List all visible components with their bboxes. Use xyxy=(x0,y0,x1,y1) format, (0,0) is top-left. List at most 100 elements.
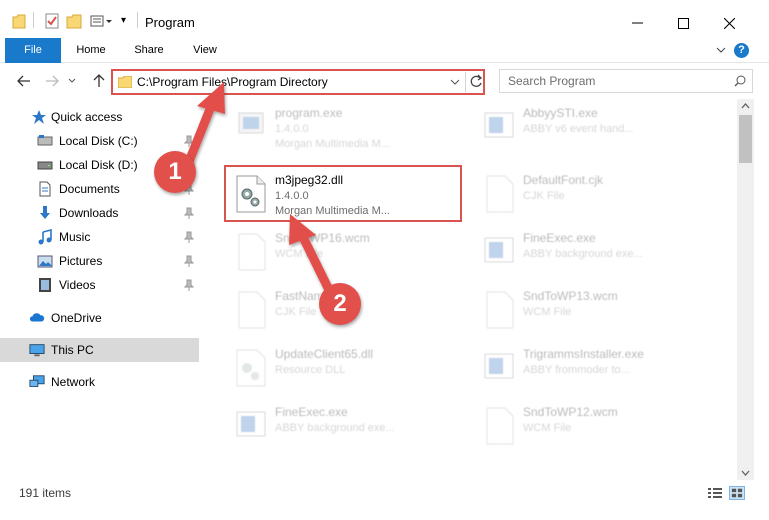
sidebar-item-label: This PC xyxy=(51,343,94,357)
search-icon[interactable] xyxy=(734,75,746,87)
forward-arrow-icon xyxy=(46,75,59,87)
expand-ribbon-icon[interactable] xyxy=(716,45,726,55)
sidebar-item-network[interactable]: Network xyxy=(0,370,199,394)
file-description: WCM File xyxy=(275,248,324,260)
file-description: CJK File xyxy=(275,306,317,318)
blank-file-icon xyxy=(486,175,514,213)
download-icon xyxy=(40,206,50,219)
file-item-abbyysti-exe[interactable]: AbbyySTI.exe ABBY v6 event hand... xyxy=(473,99,713,157)
sidebar-item-downloads[interactable]: Downloads xyxy=(0,201,199,225)
file-name: TrigrammsInstaller.exe xyxy=(523,347,644,361)
folder-icon xyxy=(118,76,132,88)
file-item-fineexec-exe[interactable]: FineExec.exe ABBY background exe... xyxy=(473,224,713,282)
new-folder-icon[interactable] xyxy=(66,12,82,30)
back-button[interactable] xyxy=(14,71,34,91)
exe-icon xyxy=(484,353,514,379)
file-description: ABBY background exe... xyxy=(523,248,643,260)
file-item-updateclient65-dll[interactable]: UpdateClient65.dll Resource DLL xyxy=(225,340,465,398)
file-name: SndToWP12.wcm xyxy=(523,405,618,419)
scroll-down-icon[interactable] xyxy=(741,469,750,477)
file-description: WCM File xyxy=(523,306,572,318)
sidebar-item-label: Quick access xyxy=(51,110,123,124)
exe-icon xyxy=(236,411,266,437)
music-icon xyxy=(38,229,52,245)
scroll-up-icon[interactable] xyxy=(741,102,750,110)
status-bar: 191 items xyxy=(0,480,769,520)
minimize-button[interactable] xyxy=(614,8,660,38)
sidebar-item-onedrive[interactable]: OneDrive xyxy=(0,306,199,330)
file-name: DefaultFont.cjk xyxy=(523,173,604,187)
file-description: ABBY frommoder to... xyxy=(523,364,630,376)
blank-file-icon xyxy=(238,233,266,271)
sidebar-item-music[interactable]: Music xyxy=(0,225,199,249)
ribbon-tabs: File Home Share View ? xyxy=(0,38,769,63)
file-item-sndtowp16-wcm[interactable]: SndToWP16.wcm WCM File xyxy=(225,224,465,282)
chevron-down-icon[interactable] xyxy=(450,78,460,86)
file-item-fineexec-exe-2[interactable]: FineExec.exe ABBY background exe... xyxy=(225,398,465,456)
pin-icon[interactable] xyxy=(184,279,194,291)
sidebar-item-label: Downloads xyxy=(59,206,119,220)
address-bar[interactable]: C:\Program Files\Program Directory xyxy=(111,69,485,95)
documents-icon xyxy=(39,181,51,197)
computer-icon xyxy=(29,344,45,357)
back-arrow-icon xyxy=(17,75,30,87)
window-title: Program xyxy=(145,15,195,30)
pin-icon[interactable] xyxy=(184,135,194,147)
properties-icon[interactable] xyxy=(44,12,60,30)
videos-icon xyxy=(39,278,51,292)
tab-share[interactable]: Share xyxy=(126,38,172,63)
tab-view[interactable]: View xyxy=(182,38,228,63)
blank-file-icon xyxy=(238,291,266,329)
tab-home[interactable]: Home xyxy=(68,38,114,63)
up-button[interactable] xyxy=(89,71,109,91)
large-icons-view-icon[interactable] xyxy=(729,486,745,500)
folder-icon[interactable] xyxy=(12,12,26,30)
tab-file[interactable]: File xyxy=(5,38,61,63)
sidebar-item-quick-access[interactable]: Quick access xyxy=(0,105,199,129)
file-item-sndtowp13-wcm[interactable]: SndToWP13.wcm WCM File xyxy=(473,282,713,340)
file-item-program-exe[interactable]: program.exe 1.4.0.0 Morgan Multimedia M.… xyxy=(225,99,465,157)
item-count: 191 items xyxy=(19,486,72,500)
maximize-icon xyxy=(677,17,689,29)
file-name: SndToWP13.wcm xyxy=(523,289,618,303)
sidebar-item-label: Network xyxy=(51,375,96,389)
blank-file-icon xyxy=(486,407,514,445)
search-input[interactable] xyxy=(500,70,720,92)
vertical-scrollbar[interactable] xyxy=(737,99,754,480)
file-item-sndtowp12-wcm[interactable]: SndToWP12.wcm WCM File xyxy=(473,398,713,456)
file-name: program.exe xyxy=(275,106,343,120)
file-item-defaultfont-cjk[interactable]: DefaultFont.cjk CJK File xyxy=(473,166,713,224)
search-box[interactable] xyxy=(499,69,753,93)
file-version: 1.4.0.0 xyxy=(275,123,309,135)
maximize-button[interactable] xyxy=(660,8,706,38)
sidebar-item-label: Documents xyxy=(59,182,120,196)
sidebar-item-local-disk-c[interactable]: Local Disk (C:) xyxy=(0,129,199,153)
qa-dropdown-icon[interactable]: ▾ xyxy=(121,15,126,26)
sidebar-item-this-pc[interactable]: This PC xyxy=(0,338,199,362)
pin-icon[interactable] xyxy=(184,207,194,219)
sidebar-item-videos[interactable]: Videos xyxy=(0,273,199,297)
step-2-badge: 2 xyxy=(319,283,361,325)
sidebar-item-pictures[interactable]: Pictures xyxy=(0,249,199,273)
file-name: FineExec.exe xyxy=(523,231,596,245)
file-item-trigrammsinstaller-exe[interactable]: TrigrammsInstaller.exe ABBY frommoder to… xyxy=(473,340,713,398)
refresh-icon[interactable] xyxy=(469,74,483,90)
scrollbar-thumb[interactable] xyxy=(739,115,752,163)
exe-icon xyxy=(484,112,514,138)
file-description: Morgan Multimedia M... xyxy=(275,138,390,150)
file-description: ABBY v6 event hand... xyxy=(523,123,634,135)
file-name: FineExec.exe xyxy=(275,405,348,419)
cloud-icon xyxy=(29,313,45,322)
pin-icon[interactable] xyxy=(184,255,194,267)
file-description: WCM File xyxy=(523,422,572,434)
address-divider xyxy=(465,72,466,92)
forward-button[interactable] xyxy=(42,71,62,91)
details-view-icon[interactable] xyxy=(707,486,723,500)
recent-dropdown-button[interactable] xyxy=(65,71,79,91)
title-bar: ▾ Program xyxy=(0,0,769,38)
close-button[interactable] xyxy=(706,8,752,38)
file-description: CJK File xyxy=(523,190,565,202)
help-icon[interactable]: ? xyxy=(734,43,749,58)
pin-icon[interactable] xyxy=(184,231,194,243)
customize-qa-icon[interactable] xyxy=(90,12,116,30)
